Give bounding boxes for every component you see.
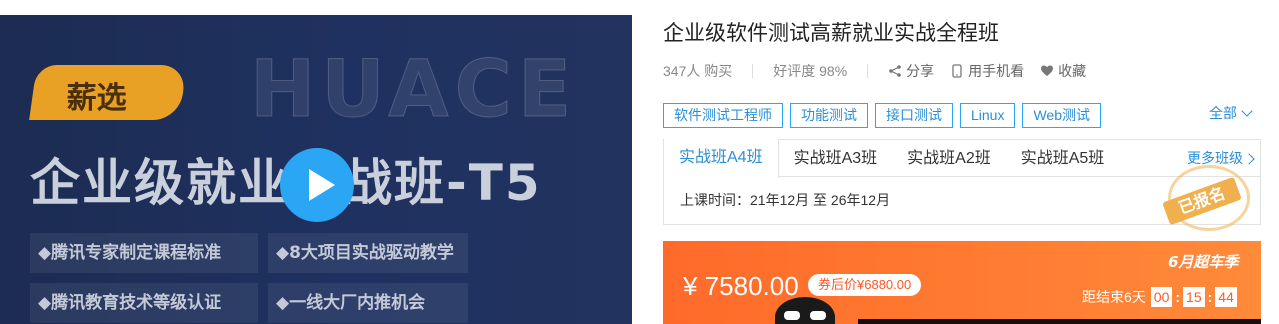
share-icon [889, 65, 901, 77]
chevron-right-icon [1243, 153, 1255, 165]
heart-icon [1041, 65, 1054, 76]
coupon-price-badge: 券后价¥6880.00 [808, 274, 922, 296]
countdown-seconds: 44 [1215, 287, 1237, 307]
class-schedule: 上课时间：21年12月 至 26年12月 [680, 192, 891, 208]
tag-functional-test[interactable]: 功能测试 [790, 103, 868, 128]
play-icon[interactable] [280, 148, 354, 222]
promo-label: 6月超车季 [1168, 253, 1239, 271]
countdown-hours: 00 [1150, 287, 1173, 307]
chevron-down-icon [1241, 105, 1253, 117]
course-tags: 软件测试工程师 功能测试 接口测试 Linux Web测试 [663, 103, 1102, 128]
tag-linux[interactable]: Linux [960, 103, 1016, 128]
mobile-view-label: 用手机看 [968, 63, 1025, 79]
tab-class-a4[interactable]: 实战班A4班 [663, 139, 779, 178]
tab-class-a3[interactable]: 实战班A3班 [779, 140, 893, 177]
tag-software-test-engineer[interactable]: 软件测试工程师 [663, 103, 783, 128]
favorite-button[interactable]: 收藏 [1040, 61, 1086, 81]
all-tags-label: 全部 [1209, 105, 1237, 121]
class-tabs: 实战班A4班 实战班A3班 实战班A2班 实战班A5班 [663, 139, 1120, 178]
tag-api-test[interactable]: 接口测试 [875, 103, 953, 128]
course-detail-page: HUACE 薪选 企业级就业实战班-T5 ◆腾讯专家制定课程标准 ◆8大项目实战… [0, 0, 1279, 324]
course-meta: 347人 购买 好评度 98% 分享 用手机看 收藏 [663, 60, 1102, 82]
countdown-minutes: 15 [1183, 287, 1205, 307]
favorite-label: 收藏 [1058, 63, 1087, 79]
divider [752, 64, 754, 78]
banner-tag-label: 薪选 [66, 81, 127, 116]
enrolled-stamp: 已报名 [1162, 165, 1258, 231]
divider [867, 64, 869, 78]
tag-web-test[interactable]: Web测试 [1022, 103, 1102, 128]
course-title: 企业级软件测试高薪就业实战全程班 [663, 22, 999, 45]
share-button[interactable]: 分享 [888, 61, 934, 81]
price: ¥ 7580.00 [683, 271, 799, 301]
price-bar: ¥ 7580.00 券后价¥6880.00 6月超车季 距结束6天 00 : 1… [663, 241, 1261, 324]
tab-class-a5[interactable]: 实战班A5班 [1006, 140, 1120, 177]
countdown-timer: 距结束6天 00 : 15 : 44 [1082, 287, 1238, 307]
overlay-edge [858, 319, 1261, 324]
mobile-view-button[interactable]: 用手机看 [950, 61, 1024, 81]
purchase-count: 347人 购买 [663, 63, 733, 79]
tab-class-a2[interactable]: 实战班A2班 [892, 140, 1006, 177]
banner-feature: ◆腾讯教育技术等级认证 [30, 283, 258, 323]
banner-tag: 薪选 [29, 65, 187, 120]
banner-feature: ◆8大项目实战驱动教学 [268, 233, 468, 273]
banner-watermark-text: HUACE [249, 45, 578, 136]
all-tags-toggle[interactable]: 全部 [1209, 103, 1253, 123]
rating: 好评度 98% [773, 63, 848, 79]
banner-feature: ◆腾讯专家制定课程标准 [30, 233, 258, 273]
countdown-label: 距结束6天 [1082, 289, 1146, 305]
share-label: 分享 [906, 63, 935, 79]
banner-feature: ◆一线大厂内推机会 [268, 283, 468, 323]
more-classes-label: 更多班级 [1187, 150, 1243, 166]
phone-icon [952, 64, 962, 78]
